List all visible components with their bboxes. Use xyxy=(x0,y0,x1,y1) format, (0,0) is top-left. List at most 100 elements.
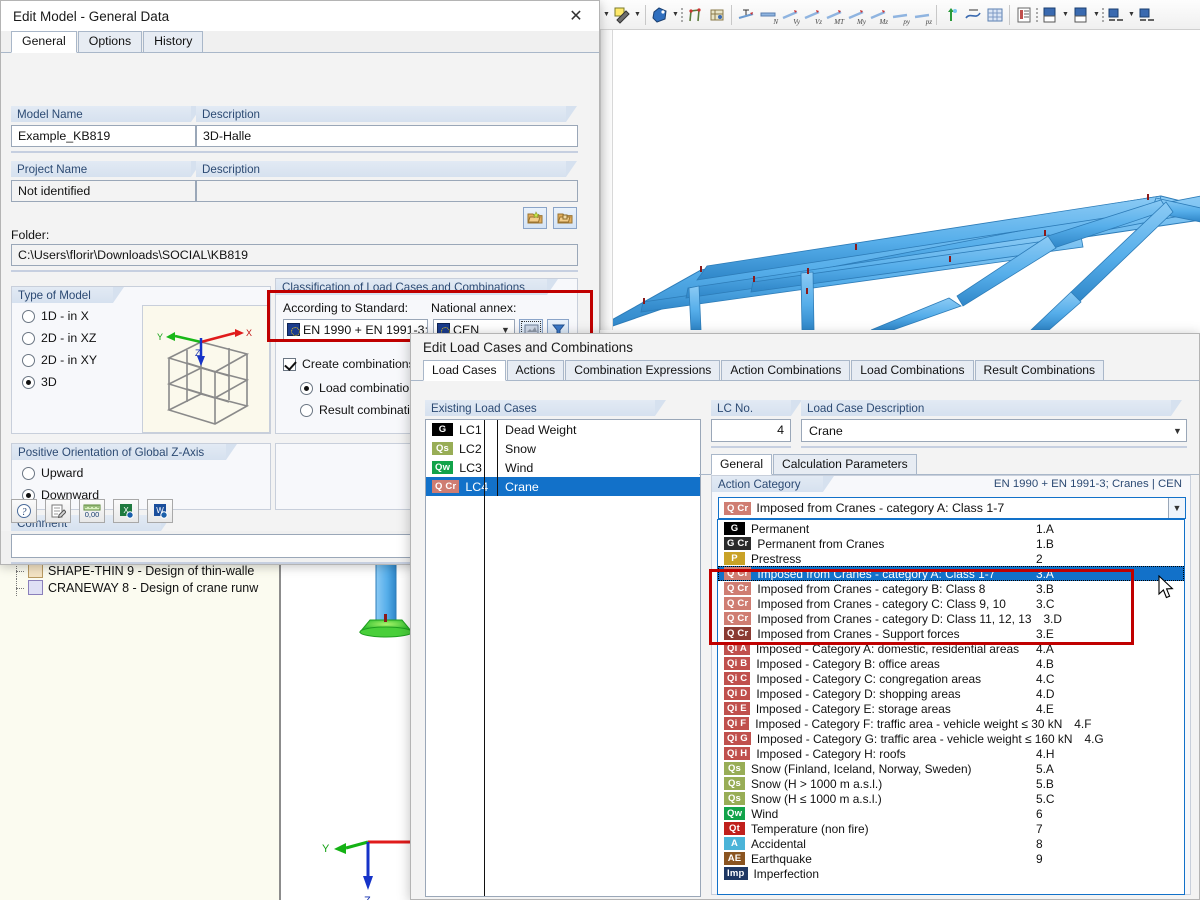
word-export-button[interactable]: W xyxy=(147,499,173,523)
close-icon[interactable]: ✕ xyxy=(561,3,591,29)
action-category-option[interactable]: Q Cr Imposed from Cranes - category C: Cl… xyxy=(718,596,1184,611)
project-name-input[interactable]: Not identified xyxy=(11,180,196,202)
action-category-option[interactable]: Qi G Imposed - Category G: traffic area -… xyxy=(718,731,1184,746)
model-description-input[interactable]: 3D-Halle xyxy=(196,125,578,147)
internal-force-n-button[interactable]: N xyxy=(757,3,779,27)
units-button[interactable]: 0,00 xyxy=(79,499,105,523)
view-shape-button[interactable] xyxy=(649,3,671,27)
radio-3d[interactable]: 3D xyxy=(22,375,97,389)
tab-options[interactable]: Options xyxy=(77,31,143,52)
action-category-option[interactable]: AE Earthquake 9 xyxy=(718,851,1184,866)
support-reaction-button[interactable] xyxy=(735,3,757,27)
view-back-button[interactable] xyxy=(1070,3,1092,27)
viewport-left-scrollbar[interactable] xyxy=(601,30,613,330)
action-category-option-number: 3.D xyxy=(1043,611,1062,626)
view-front-button[interactable] xyxy=(1039,3,1061,27)
action-category-option[interactable]: Qw Wind 6 xyxy=(718,806,1184,821)
render-solid-button[interactable] xyxy=(1105,3,1127,27)
existing-load-cases-list[interactable]: G LC1 Dead Weight Qs LC2 Snow Qw LC3 Wind Q Cr LC4… xyxy=(425,419,701,897)
action-category-option[interactable]: Qt Temperature (non fire) 7 xyxy=(718,821,1184,836)
action-category-option[interactable]: P Prestress 2 xyxy=(718,551,1184,566)
load-case-row[interactable]: Qs LC2 Snow xyxy=(426,439,700,458)
printout-report-button[interactable] xyxy=(1013,3,1035,27)
action-category-combobox[interactable]: Q Cr Imposed from Cranes - category A: C… xyxy=(718,497,1186,519)
radio-upward[interactable]: Upward xyxy=(22,466,99,480)
standard-combobox[interactable]: EN 1990 + EN 1991-3; ▼ xyxy=(283,319,428,340)
action-category-option[interactable]: Q Cr Imposed from Cranes - category D: Cl… xyxy=(718,611,1184,626)
render-mode-button[interactable] xyxy=(611,3,633,27)
view-shape-caret-icon[interactable]: ▼ xyxy=(671,3,680,27)
action-category-option[interactable]: Qi F Imposed - Category F: traffic area -… xyxy=(718,716,1184,731)
chevron-down-icon[interactable]: ▼ xyxy=(1169,420,1186,441)
tab-actions[interactable]: Actions xyxy=(506,360,565,380)
tab-load-cases[interactable]: Load Cases xyxy=(423,360,506,381)
tab-load-combinations[interactable]: Load Combinations xyxy=(851,360,974,380)
render-wire-button[interactable] xyxy=(1136,3,1158,27)
excel-export-button[interactable]: X xyxy=(113,499,139,523)
action-category-option[interactable]: G Cr Permanent from Cranes 1.B xyxy=(718,536,1184,551)
view-back-caret-icon[interactable]: ▼ xyxy=(1092,3,1101,27)
action-category-option-number: 4.G xyxy=(1084,731,1104,746)
tab-combination-expressions[interactable]: Combination Expressions xyxy=(565,360,721,380)
render-mode-caret-icon[interactable]: ▼ xyxy=(633,3,642,27)
model-viewport-top[interactable] xyxy=(600,30,1200,330)
radio-2d-in-xy[interactable]: 2D - in XY xyxy=(22,353,97,367)
radio-2d-in-xz[interactable]: 2D - in XZ xyxy=(22,331,97,345)
action-category-option[interactable]: Qs Snow (H > 1000 m a.s.l.) 5.B xyxy=(718,776,1184,791)
action-category-option[interactable]: Qs Snow (Finland, Iceland, Norway, Sweden… xyxy=(718,761,1184,776)
render-solid-caret-icon[interactable]: ▼ xyxy=(1127,3,1136,27)
internal-force-pz-button[interactable]: pz xyxy=(911,3,933,27)
action-category-option[interactable]: Qi A Imposed - Category A: domestic, resi… xyxy=(718,641,1184,656)
project-navigator-tree[interactable]: SHAPE-THIN 9 - Design of thin-walle CRAN… xyxy=(0,560,281,900)
tree-item-craneway[interactable]: CRANEWAY 8 - Design of crane runw xyxy=(0,579,279,596)
internal-force-mt-button[interactable]: MT xyxy=(823,3,845,27)
folder-path-input[interactable]: C:\Users\florir\Downloads\SOCIAL\KB819 xyxy=(11,244,578,266)
subtab-calculation-parameters[interactable]: Calculation Parameters xyxy=(773,454,917,474)
tab-history[interactable]: History xyxy=(143,31,204,52)
frame-button[interactable] xyxy=(684,3,706,27)
internal-force-vz-button[interactable]: Vz xyxy=(801,3,823,27)
result-table-button[interactable] xyxy=(984,3,1006,27)
lc-description-combobox[interactable]: Crane ▼ xyxy=(801,419,1187,442)
chevron-down-icon[interactable]: ▼ xyxy=(1168,498,1185,518)
model-name-input[interactable]: Example_KB819 xyxy=(11,125,196,147)
action-category-option[interactable]: Qi B Imposed - Category B: office areas 4.… xyxy=(718,656,1184,671)
action-category-option[interactable]: Qi H Imposed - Category H: roofs 4.H xyxy=(718,746,1184,761)
action-category-option[interactable]: Q Cr Imposed from Cranes - Support forces… xyxy=(718,626,1184,641)
load-case-row[interactable]: Qw LC3 Wind xyxy=(426,458,700,477)
new-folder-button[interactable] xyxy=(523,207,547,229)
internal-force-vy-button[interactable]: Vy xyxy=(779,3,801,27)
action-category-option[interactable]: Q Cr Imposed from Cranes - category B: Cl… xyxy=(718,581,1184,596)
grid-button[interactable] xyxy=(706,3,728,27)
internal-force-mz-button[interactable]: Mz xyxy=(867,3,889,27)
action-category-dropdown-list[interactable]: G Permanent 1.A G Cr Permanent from Cranes 1.… xyxy=(717,519,1185,895)
svg-text:Z: Z xyxy=(364,895,371,900)
action-category-option[interactable]: Qs Snow (H ≤ 1000 m a.s.l.) 5.C xyxy=(718,791,1184,806)
open-folder-button[interactable] xyxy=(553,207,577,229)
tab-action-combinations[interactable]: Action Combinations xyxy=(721,360,851,380)
project-description-input[interactable] xyxy=(196,180,578,202)
edit-notes-button[interactable] xyxy=(45,499,71,523)
radio-1d-in-x[interactable]: 1D - in X xyxy=(22,309,97,323)
action-category-option[interactable]: Imp Imperfection xyxy=(718,866,1184,881)
lc-no-input[interactable]: 4 xyxy=(711,419,791,442)
action-category-option[interactable]: Qi C Imposed - Category C: congregation a… xyxy=(718,671,1184,686)
tab-result-combinations[interactable]: Result Combinations xyxy=(974,360,1105,380)
internal-force-py-button[interactable]: py xyxy=(889,3,911,27)
action-category-option[interactable]: G Permanent 1.A xyxy=(718,521,1184,536)
load-case-row[interactable]: G LC1 Dead Weight xyxy=(426,420,700,439)
action-category-option[interactable]: Qi D Imposed - Category D: shopping areas… xyxy=(718,686,1184,701)
tab-general[interactable]: General xyxy=(11,31,77,53)
internal-force-my-button[interactable]: My xyxy=(845,3,867,27)
action-category-option[interactable]: Qi E Imposed - Category E: storage areas 4… xyxy=(718,701,1184,716)
subtab-general[interactable]: General xyxy=(711,454,773,475)
view-front-caret-icon[interactable]: ▼ xyxy=(1061,3,1070,27)
load-case-row[interactable]: Q Cr LC4 Crane xyxy=(426,477,700,496)
action-category-option[interactable]: A Accidental 8 xyxy=(718,836,1184,851)
help-button[interactable]: ? xyxy=(11,499,37,523)
deformation-button[interactable] xyxy=(962,3,984,27)
toolbar-overflow-caret[interactable]: ▼ xyxy=(602,3,611,27)
action-category-option-badge: Qt xyxy=(724,822,745,835)
action-category-option[interactable]: Q Cr Imposed from Cranes - category A: Cl… xyxy=(718,566,1184,581)
support-forces-button[interactable] xyxy=(940,3,962,27)
